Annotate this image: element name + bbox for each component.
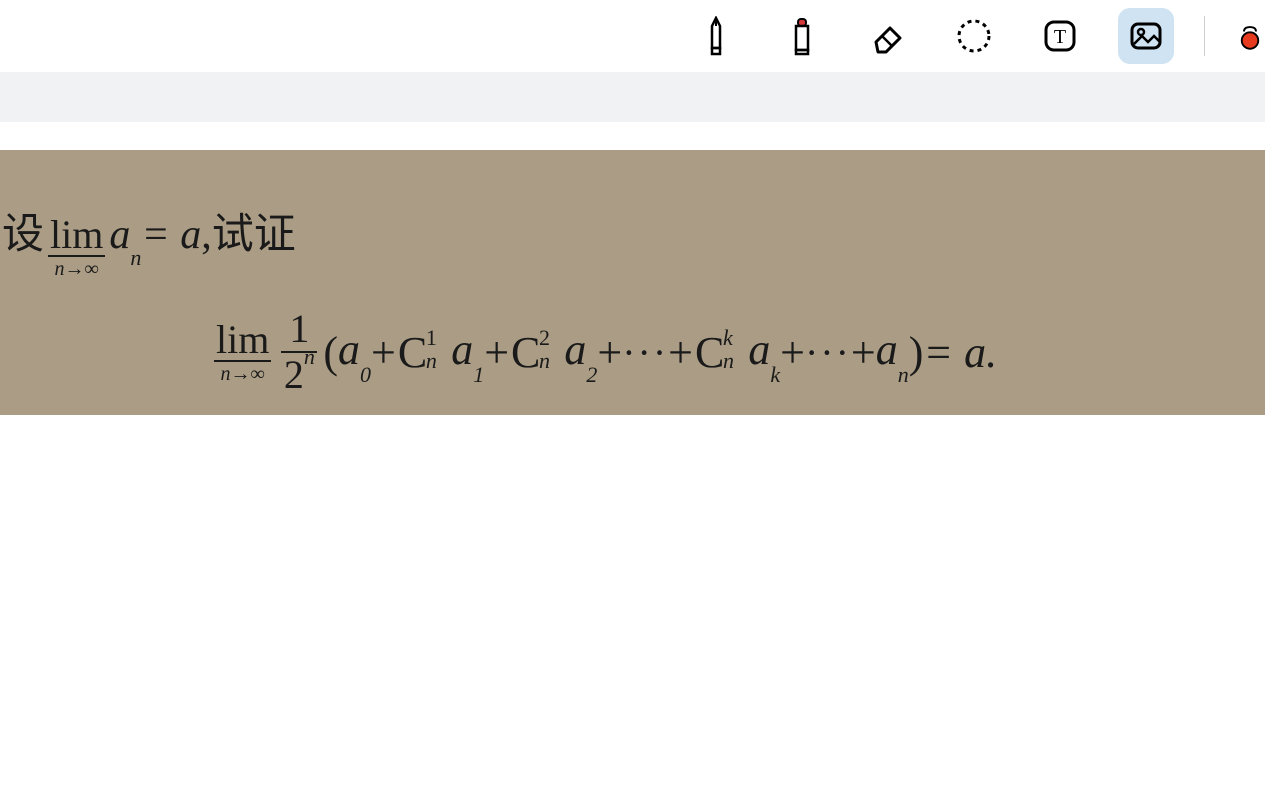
image-icon [1126, 16, 1166, 56]
limit-block-2: lim n→∞ [214, 320, 271, 384]
toolbar: T [0, 0, 1265, 72]
eraser-tool[interactable] [860, 8, 916, 64]
color-icon [1235, 16, 1265, 56]
fraction: 1 2n [281, 309, 317, 395]
separator-bar [0, 72, 1265, 122]
image-tool[interactable] [1118, 8, 1174, 64]
blank-canvas[interactable] [0, 415, 1265, 760]
math-line-1: 设 lim n→∞ an = a ,试证 [2, 200, 1265, 279]
seq-an: an [109, 211, 141, 263]
lasso-icon [954, 16, 994, 56]
eraser-icon [868, 16, 908, 56]
color-tool[interactable] [1235, 8, 1265, 64]
svg-text:T: T [1054, 26, 1066, 48]
highlighter-tool[interactable] [774, 8, 830, 64]
pen-tool[interactable] [688, 8, 744, 64]
math-problem-image[interactable]: 设 lim n→∞ an = a ,试证 lim n→∞ 1 2n ( a0 + [0, 150, 1265, 415]
limit-block-1: lim n→∞ [48, 215, 105, 279]
highlighter-icon [786, 16, 818, 56]
text-tool[interactable]: T [1032, 8, 1088, 64]
prefix-text: 设 [2, 200, 44, 261]
lasso-tool[interactable] [946, 8, 1002, 64]
pen-icon [700, 16, 732, 56]
text-icon: T [1040, 16, 1080, 56]
content-area: 设 lim n→∞ an = a ,试证 lim n→∞ 1 2n ( a0 + [0, 122, 1265, 760]
math-line-2: lim n→∞ 1 2n ( a0 + C 1 n a1 + C 2 n [210, 309, 1265, 395]
toolbar-divider [1204, 16, 1205, 56]
